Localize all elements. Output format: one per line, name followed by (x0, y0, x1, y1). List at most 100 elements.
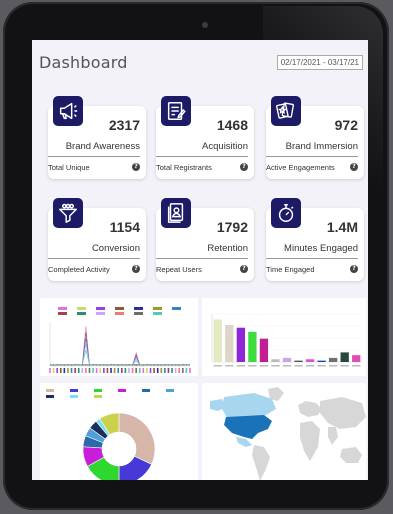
bar (340, 352, 349, 362)
legend-swatch (94, 389, 102, 392)
map-region-australia (340, 447, 362, 463)
bar-chart (211, 313, 362, 367)
kpi-value: 1154 (109, 219, 140, 235)
cards-star-icon (271, 96, 301, 126)
bar (294, 360, 303, 362)
x-tick-label (329, 365, 338, 367)
legend-swatch (118, 389, 126, 392)
world-map (210, 387, 366, 480)
funnel-icon (53, 198, 83, 228)
legend-swatch (166, 389, 174, 392)
line-chart-panel (40, 298, 198, 376)
kpi-card-acquisition[interactable]: 1468 Acquisition Total Registrants ? (156, 96, 254, 179)
x-tick-label (124, 368, 127, 373)
date-range-picker[interactable]: 02/17/2021 - 03/17/21 (276, 55, 363, 70)
map-region-united-states (224, 415, 272, 439)
x-tick-label (59, 368, 62, 373)
x-tick-label (352, 365, 361, 367)
kpi-card-brand-awareness[interactable]: 2317 Brand Awareness Total Unique ? (48, 96, 146, 179)
bar (225, 324, 234, 362)
x-tick-label (164, 368, 166, 373)
pie-chart-panel (40, 383, 198, 480)
bar-chart-panel (202, 298, 366, 376)
kpi-name: Acquisition (202, 141, 248, 152)
kpi-value: 1468 (216, 117, 248, 133)
x-tick-label (174, 368, 177, 373)
help-icon[interactable]: ? (240, 265, 248, 273)
x-tick-label (305, 365, 315, 367)
bar (259, 338, 269, 362)
legend-swatch (153, 307, 162, 310)
series-line (49, 350, 191, 366)
bar (248, 331, 257, 362)
map-region-asia (320, 397, 366, 429)
camera-icon (202, 22, 208, 28)
kpi-card-minutes-engaged[interactable]: 1.4M Minutes Engaged Time Engaged ? (266, 198, 364, 281)
kpi-subtitle: Time Engaged (266, 265, 315, 274)
legend-swatch (46, 395, 54, 398)
map-region-africa (300, 421, 320, 461)
x-tick-label (99, 368, 102, 373)
legend-swatch (115, 307, 124, 310)
stopwatch-icon (271, 198, 301, 228)
x-tick-label (178, 368, 181, 373)
x-tick-label (160, 368, 163, 373)
x-tick-label (171, 368, 173, 373)
x-tick-label (142, 368, 145, 373)
x-tick-label (63, 368, 66, 373)
page-title: Dashboard (39, 53, 128, 72)
divider (48, 258, 140, 259)
help-icon[interactable]: ? (350, 265, 358, 273)
x-tick-label (85, 368, 87, 373)
x-tick-label (113, 368, 116, 373)
kpi-subtitle: Total Unique (48, 163, 90, 172)
x-tick-label (88, 368, 91, 373)
kpi-card-brand-immersion[interactable]: 972 Brand Immersion Active Engagements ? (266, 96, 364, 179)
user-profile-icon (161, 198, 191, 228)
x-tick-label (92, 368, 94, 373)
bar (352, 355, 361, 362)
kpi-value: 972 (334, 117, 358, 133)
legend-swatch (70, 389, 78, 392)
divider (156, 156, 248, 157)
topbar: Dashboard 02/17/2021 - 03/17/21 (32, 40, 368, 80)
help-icon[interactable]: ? (132, 265, 140, 273)
kpi-subtitle: Total Registrants (156, 163, 212, 172)
kpi-value: 1792 (216, 219, 248, 235)
bar (305, 359, 315, 362)
x-tick-label (153, 368, 155, 373)
x-tick-label (81, 368, 84, 373)
x-tick-label (149, 368, 152, 373)
map-region-south-america (252, 445, 270, 480)
megaphone-icon (53, 96, 83, 126)
signup-form-icon (161, 96, 191, 126)
legend-swatch (115, 312, 124, 315)
x-tick-label (189, 368, 191, 373)
x-tick-label (120, 368, 123, 373)
x-tick-label (56, 368, 58, 373)
map-panel (202, 383, 366, 480)
kpi-card-retention[interactable]: 1792 Retention Repeat Users ? (156, 198, 254, 281)
divider (266, 156, 358, 157)
help-icon[interactable]: ? (350, 163, 358, 171)
x-tick-label (95, 368, 98, 373)
kpi-card-conversion[interactable]: 1154 Conversion Completed Activity ? (48, 198, 146, 281)
legend-swatch (77, 307, 86, 310)
x-tick-label (340, 365, 349, 367)
kpi-subtitle: Completed Activity (48, 265, 110, 274)
x-tick-label (49, 368, 51, 373)
legend-swatch (58, 307, 67, 310)
divider (48, 156, 140, 157)
x-tick-label (317, 365, 326, 367)
dashboard-screen: Dashboard 02/17/2021 - 03/17/21 2317 Bra… (32, 40, 368, 480)
kpi-value: 2317 (108, 117, 140, 133)
map-region-canada (222, 393, 276, 419)
x-tick-label (135, 368, 137, 373)
x-tick-label (282, 365, 292, 367)
help-icon[interactable]: ? (132, 163, 140, 171)
legend-swatch (96, 312, 105, 315)
kpi-name: Retention (207, 243, 248, 254)
legend-swatch (58, 312, 67, 315)
help-icon[interactable]: ? (240, 163, 248, 171)
kpi-subtitle: Repeat Users (156, 265, 202, 274)
